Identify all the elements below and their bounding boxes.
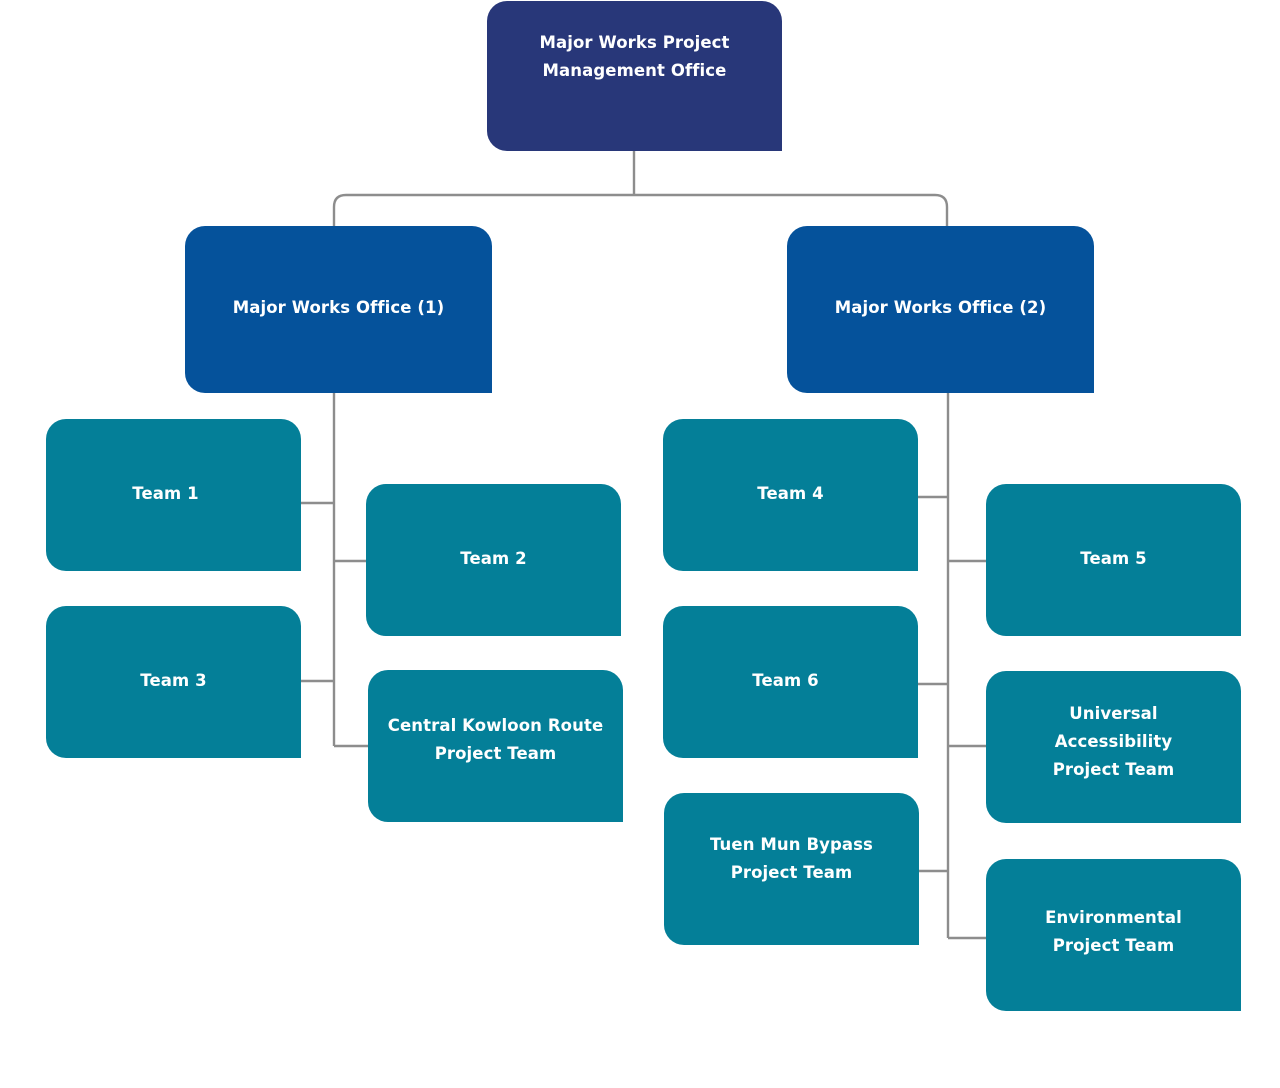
team-node-label: Environmental Project Team	[1045, 908, 1182, 955]
team-node-team-5: Team 5	[986, 484, 1241, 636]
team-node-label: Universal Accessibility Project Team	[1052, 704, 1175, 779]
team-node-label: Tuen Mun Bypass Project Team	[710, 835, 873, 882]
team-node-team-1: Team 1	[46, 419, 301, 571]
team-node-team-6: Team 6	[663, 606, 918, 758]
team-node-label: Team 4	[757, 484, 824, 503]
team-node-label: Team 1	[132, 484, 199, 503]
root-node-major-works-pmo: Major Works Project Management Office	[487, 1, 782, 151]
connector-root-branch	[332, 193, 949, 228]
team-node-team-4: Team 4	[663, 419, 918, 571]
office-node-2: Major Works Office (2)	[787, 226, 1094, 393]
office-node-1-label: Major Works Office (1)	[232, 297, 445, 317]
team-node-label: Team 3	[140, 671, 207, 690]
root-node-label: Major Works Project Management Office	[539, 33, 730, 80]
team-node-label: Team 2	[460, 549, 527, 568]
team-node-label: Team 6	[752, 671, 819, 690]
team-node-label: Central Kowloon Route Project Team	[387, 716, 604, 763]
team-node-tuen-mun-bypass: Tuen Mun Bypass Project Team	[664, 793, 919, 945]
office-node-1: Major Works Office (1)	[185, 226, 492, 393]
team-node-label: Team 5	[1080, 549, 1147, 568]
team-node-universal-accessibility: Universal Accessibility Project Team	[986, 671, 1241, 823]
team-node-environmental: Environmental Project Team	[986, 859, 1241, 1011]
team-node-team-3: Team 3	[46, 606, 301, 758]
team-node-central-kowloon-route: Central Kowloon Route Project Team	[368, 670, 623, 822]
office-node-2-label: Major Works Office (2)	[834, 297, 1047, 317]
team-node-team-2: Team 2	[366, 484, 621, 636]
